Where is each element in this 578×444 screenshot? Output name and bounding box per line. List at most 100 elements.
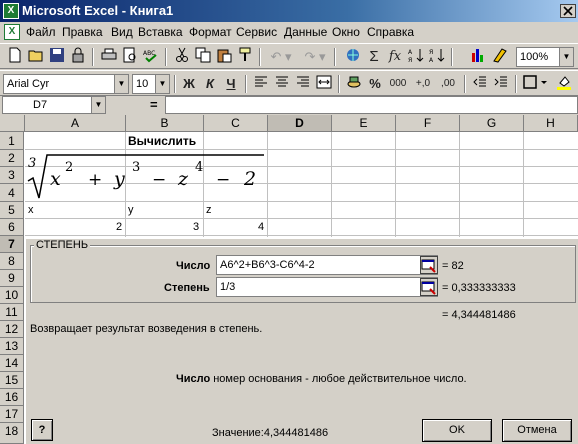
- collapse-dialog-icon[interactable]: [420, 278, 438, 296]
- menu-edit[interactable]: Правка: [62, 22, 103, 42]
- argument-hint: Число номер основания - любое действител…: [176, 373, 467, 385]
- row-header-5[interactable]: 5: [0, 202, 24, 219]
- insert-function-icon[interactable]: fx: [385, 47, 405, 67]
- help-button[interactable]: ?: [31, 419, 53, 441]
- close-icon[interactable]: [560, 3, 576, 18]
- open-folder-icon[interactable]: [26, 47, 46, 67]
- column-header-a[interactable]: A: [25, 115, 126, 132]
- bold-button[interactable]: Ж: [179, 74, 199, 94]
- increase-decimal-button[interactable]: +,0: [411, 74, 435, 94]
- column-header-g[interactable]: G: [460, 115, 524, 132]
- underline-button[interactable]: Ч: [221, 74, 241, 94]
- svg-text:−: −: [152, 170, 166, 190]
- permission-icon[interactable]: [68, 47, 88, 67]
- currency-icon[interactable]: [344, 74, 364, 94]
- svg-text:2: 2: [243, 168, 256, 190]
- row-header-9[interactable]: 9: [0, 270, 24, 287]
- row-header-6[interactable]: 6: [0, 219, 24, 236]
- copy-icon[interactable]: [193, 47, 213, 67]
- save-icon[interactable]: [47, 47, 67, 67]
- row-header-17[interactable]: 17: [0, 406, 24, 423]
- menu-file[interactable]: Файл: [26, 22, 56, 42]
- row-header-10[interactable]: 10: [0, 287, 24, 304]
- paste-icon[interactable]: [214, 47, 234, 67]
- workbook-icon[interactable]: X: [4, 24, 20, 40]
- italic-button[interactable]: К: [200, 74, 220, 94]
- power-input[interactable]: 1/3: [216, 277, 438, 297]
- column-header-d[interactable]: D: [268, 115, 332, 132]
- menu-window[interactable]: Окно: [332, 22, 360, 42]
- hyperlink-icon[interactable]: [343, 47, 363, 67]
- name-box[interactable]: D7 ▼: [2, 96, 106, 114]
- column-header-h[interactable]: H: [524, 115, 578, 132]
- column-header-e[interactable]: E: [332, 115, 396, 132]
- menu-help[interactable]: Справка: [367, 22, 414, 42]
- zoom-select[interactable]: 100% ▼: [516, 47, 574, 67]
- increase-indent-icon[interactable]: [491, 74, 511, 94]
- chevron-down-icon[interactable]: ▼: [114, 75, 128, 93]
- sort-descending-icon[interactable]: ЯA: [427, 47, 447, 67]
- format-painter-icon[interactable]: [235, 47, 255, 67]
- print-preview-icon[interactable]: [120, 47, 140, 67]
- fill-color-icon[interactable]: [554, 74, 574, 94]
- row-header-15[interactable]: 15: [0, 372, 24, 389]
- font-size-select[interactable]: 10 ▼: [132, 74, 170, 94]
- align-center-icon[interactable]: [272, 74, 292, 94]
- cancel-button[interactable]: Отмена: [502, 419, 572, 442]
- number-input[interactable]: A6^2+B6^3-C6^4-2: [216, 255, 438, 275]
- new-document-icon[interactable]: [5, 47, 25, 67]
- help-icon: ?: [38, 424, 46, 436]
- ok-button[interactable]: OK: [422, 419, 492, 442]
- row-header-3[interactable]: 3: [0, 167, 24, 184]
- chevron-down-icon[interactable]: ▼: [155, 75, 169, 93]
- menu-tools[interactable]: Сервис: [236, 22, 277, 42]
- row-header-7[interactable]: 7: [0, 236, 24, 253]
- row-header-18[interactable]: 18: [0, 423, 24, 444]
- cell-b5: y: [128, 204, 134, 216]
- autosum-icon[interactable]: Σ: [364, 47, 384, 67]
- menu-view[interactable]: Вид: [111, 22, 133, 42]
- drawing-icon[interactable]: [490, 47, 510, 67]
- excel-app-icon: X: [3, 3, 19, 19]
- menu-format[interactable]: Формат: [189, 22, 232, 42]
- row-header-11[interactable]: 11: [0, 304, 24, 321]
- print-icon[interactable]: [99, 47, 119, 67]
- row-header-4[interactable]: 4: [0, 184, 24, 202]
- row-header-12[interactable]: 12: [0, 321, 24, 338]
- thousands-button[interactable]: 000: [386, 74, 410, 94]
- chart-wizard-icon[interactable]: [468, 47, 488, 67]
- row-header-8[interactable]: 8: [0, 253, 24, 270]
- column-header-b[interactable]: B: [126, 115, 204, 132]
- font-select[interactable]: Arial Cyr ▼: [3, 74, 129, 94]
- font-value: Arial Cyr: [7, 78, 50, 90]
- row-header-1[interactable]: 1: [0, 132, 24, 150]
- cell-c5: z: [206, 204, 212, 216]
- cut-icon[interactable]: [172, 47, 192, 67]
- formula-image: 3 x 2 + y 3 − z 4 − 2: [26, 151, 266, 201]
- row-header-16[interactable]: 16: [0, 389, 24, 406]
- formula-input[interactable]: [165, 96, 578, 114]
- select-all-corner[interactable]: [0, 115, 25, 132]
- column-header-f[interactable]: F: [396, 115, 460, 132]
- decrease-decimal-button[interactable]: ,00: [436, 74, 460, 94]
- chevron-down-icon[interactable]: ▼: [559, 48, 573, 66]
- align-right-icon[interactable]: [293, 74, 313, 94]
- merge-center-icon[interactable]: [314, 74, 334, 94]
- spelling-icon[interactable]: ABC: [141, 47, 161, 67]
- decrease-indent-icon[interactable]: [470, 74, 490, 94]
- collapse-dialog-icon[interactable]: [420, 256, 438, 274]
- sort-ascending-icon[interactable]: AЯ: [406, 47, 426, 67]
- borders-icon[interactable]: [522, 74, 550, 94]
- undo-icon[interactable]: ↶ ▾: [266, 47, 296, 67]
- row-header-14[interactable]: 14: [0, 355, 24, 372]
- row-header-2[interactable]: 2: [0, 150, 24, 167]
- redo-icon[interactable]: ↷ ▾: [300, 47, 330, 67]
- row-header-13[interactable]: 13: [0, 338, 24, 355]
- column-header-c[interactable]: C: [204, 115, 268, 132]
- menu-insert[interactable]: Вставка: [138, 22, 183, 42]
- svg-text:−: −: [216, 170, 230, 190]
- chevron-down-icon[interactable]: ▼: [91, 97, 105, 113]
- percent-button[interactable]: %: [365, 74, 385, 94]
- align-left-icon[interactable]: [251, 74, 271, 94]
- menu-data[interactable]: Данные: [284, 22, 327, 42]
